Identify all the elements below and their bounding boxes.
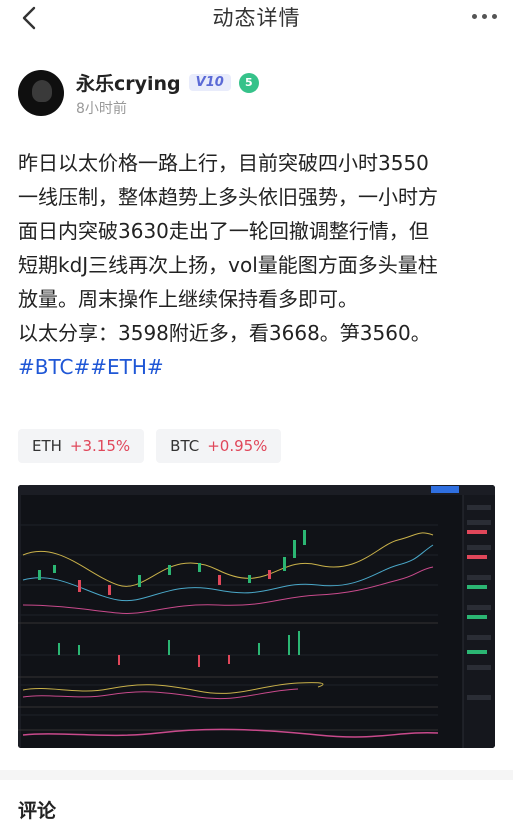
coin-symbol: BTC: [170, 437, 200, 455]
section-divider: [0, 770, 513, 780]
level-badge: 5: [238, 72, 259, 93]
post-content: 昨日以太价格一路上行，目前突破四小时3550 一线压制，整体趋势上多头依旧强势，…: [18, 146, 498, 384]
author-block[interactable]: 永乐crying V10 5 8小时前: [18, 68, 259, 118]
post-line: 面日内突破3630走出了一轮回撤调整行情，但: [18, 219, 429, 243]
post-line: 放量。周末操作上继续保持看多即可。: [18, 287, 358, 311]
chart-graphic: [18, 485, 495, 748]
author-info: 永乐crying V10 5 8小时前: [76, 69, 259, 118]
page-title: 动态详情: [212, 6, 301, 30]
coin-change: +0.95%: [207, 437, 268, 455]
avatar[interactable]: [18, 70, 64, 116]
coin-change: +3.15%: [69, 437, 131, 455]
coin-tags: ETH +3.15% BTC +0.95%: [18, 429, 282, 463]
more-icon[interactable]: [472, 14, 497, 19]
post-line: 短期kdJ三线再次上扬，vol量能图方面多头量柱: [18, 253, 438, 277]
chart-screenshot-image[interactable]: [18, 485, 495, 748]
post-line: 一线压制，整体趋势上多头依旧强势，一小时方: [18, 185, 438, 209]
coin-tag-btc[interactable]: BTC +0.95%: [156, 429, 282, 463]
vip-badge: V10: [188, 74, 231, 91]
post-tags[interactable]: #BTC##ETH#: [18, 350, 498, 384]
author-name[interactable]: 永乐crying: [76, 69, 181, 96]
comments-title: 评论: [18, 800, 57, 820]
coin-symbol: ETH: [32, 437, 62, 455]
coin-tag-eth[interactable]: ETH +3.15%: [18, 429, 145, 463]
post-line: 昨日以太价格一路上行，目前突破四小时3550: [18, 151, 429, 175]
post-line: 以太分享：3598附近多，看3668。笋3560。: [18, 321, 431, 345]
post-time: 8小时前: [76, 100, 127, 117]
top-bar: 动态详情: [0, 0, 513, 36]
